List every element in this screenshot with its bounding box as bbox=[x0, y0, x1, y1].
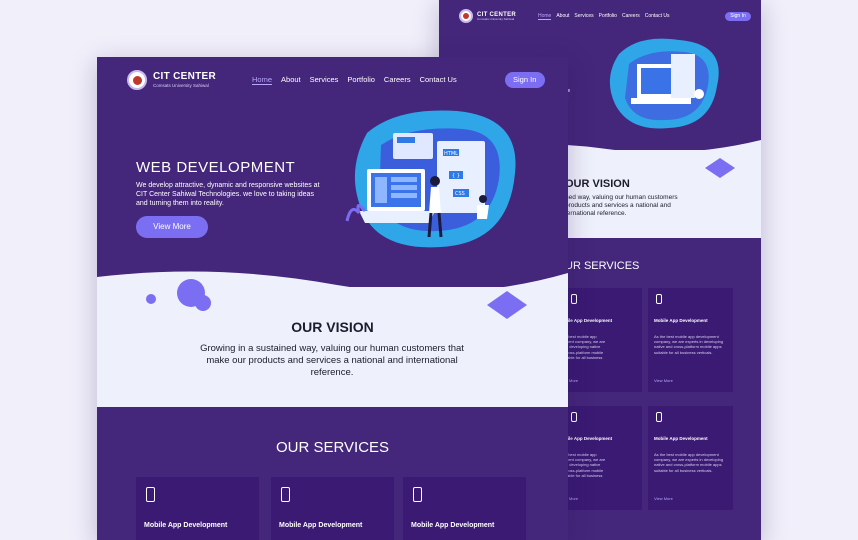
back-card-2-link[interactable]: View More bbox=[654, 378, 673, 383]
service-card-1[interactable]: Mobile App Development bbox=[136, 477, 259, 540]
back-card-2: Mobile App Development As the best mobil… bbox=[648, 288, 733, 392]
vision-title: OUR VISION bbox=[291, 319, 374, 335]
brand-subtitle: Comsats University Sahiwal bbox=[153, 82, 209, 88]
back-nav-home[interactable]: Home bbox=[538, 13, 552, 20]
services-title: OUR SERVICES bbox=[275, 439, 390, 456]
back-hero-illustration bbox=[609, 38, 719, 129]
back-logo-icon bbox=[459, 9, 473, 23]
main-menu: Home About Services Portfolio Careers Co… bbox=[252, 75, 457, 85]
css-tag-label: CSS bbox=[455, 191, 465, 197]
html-tag-label: HTML bbox=[444, 151, 458, 157]
navbar: CIT CENTER Comsats University Sahiwal Ho… bbox=[127, 69, 567, 91]
hero-text: We develop attractive, dynamic and respo… bbox=[136, 182, 320, 208]
nav-home[interactable]: Home bbox=[252, 75, 273, 85]
back-card-2-title: Mobile App Development bbox=[654, 318, 708, 323]
brand-name: CIT CENTER bbox=[153, 70, 216, 82]
back-vision-text: ned way, valuing our human customers prod… bbox=[565, 194, 678, 218]
decor-diamond-icon bbox=[487, 291, 527, 319]
back-nav-portfolio[interactable]: Portfolio bbox=[599, 13, 617, 20]
back-card-4-link[interactable]: View More bbox=[654, 496, 673, 501]
back-vision-title: OUR VISION bbox=[565, 178, 630, 190]
back-card-4: Mobile App Development As the best mobil… bbox=[648, 406, 733, 510]
nav-contact[interactable]: Contact Us bbox=[420, 75, 457, 85]
decor-bubbles-icon bbox=[146, 279, 211, 311]
hero-title: WEB DEVELOPMENT bbox=[136, 159, 296, 176]
back-card-4-text: As the best mobile app development compa… bbox=[654, 452, 724, 473]
vision-text: Growing in a sustained way, valuing our … bbox=[200, 343, 464, 378]
back-nav-careers[interactable]: Careers bbox=[622, 13, 640, 20]
nav-services[interactable]: Services bbox=[310, 75, 339, 85]
front-mockup: CIT CENTER Comsats University Sahiwal Ho… bbox=[97, 57, 568, 540]
braces-label: { } bbox=[452, 173, 460, 179]
hero-view-more-button[interactable]: View More bbox=[136, 216, 208, 238]
hero-illustration: HTML { } CSS bbox=[345, 110, 516, 248]
signin-button[interactable]: Sign In bbox=[504, 72, 545, 88]
mobile-app-icon bbox=[413, 487, 422, 502]
back-menu: Home About Services Portfolio Careers Co… bbox=[538, 13, 669, 20]
back-signin-button[interactable]: Sign In bbox=[725, 11, 751, 21]
back-diamond-icon bbox=[705, 158, 735, 178]
back-card-3: bile App Development e best mobile app me… bbox=[565, 406, 642, 510]
back-card-1: bile App Development e best mobile app me… bbox=[565, 288, 642, 392]
service-card-3-title: Mobile App Development bbox=[411, 522, 495, 529]
service-card-3[interactable]: Mobile App Development bbox=[403, 477, 526, 540]
nav-careers[interactable]: Careers bbox=[384, 75, 411, 85]
mobile-app-icon bbox=[146, 487, 155, 502]
nav-about[interactable]: About bbox=[281, 75, 301, 85]
logo-icon bbox=[127, 70, 147, 90]
back-services-title: UR SERVICES bbox=[565, 260, 640, 272]
back-nav-about[interactable]: About bbox=[556, 13, 569, 20]
back-nav-services[interactable]: Services bbox=[574, 13, 593, 20]
service-card-2-title: Mobile App Development bbox=[279, 522, 363, 529]
back-card-2-text: As the best mobile app development compa… bbox=[654, 334, 724, 355]
back-brand-subtitle: Comsats University Sahiwal bbox=[477, 16, 515, 21]
nav-portfolio[interactable]: Portfolio bbox=[347, 75, 375, 85]
service-card-1-title: Mobile App Development bbox=[144, 522, 228, 529]
service-card-2[interactable]: Mobile App Development bbox=[271, 477, 394, 540]
back-nav-contact[interactable]: Contact Us bbox=[645, 13, 670, 20]
back-card-4-title: Mobile App Development bbox=[654, 436, 708, 441]
back-navbar: CIT CENTER Comsats University Sahiwal Ho… bbox=[459, 8, 759, 24]
mobile-app-icon bbox=[281, 487, 290, 502]
